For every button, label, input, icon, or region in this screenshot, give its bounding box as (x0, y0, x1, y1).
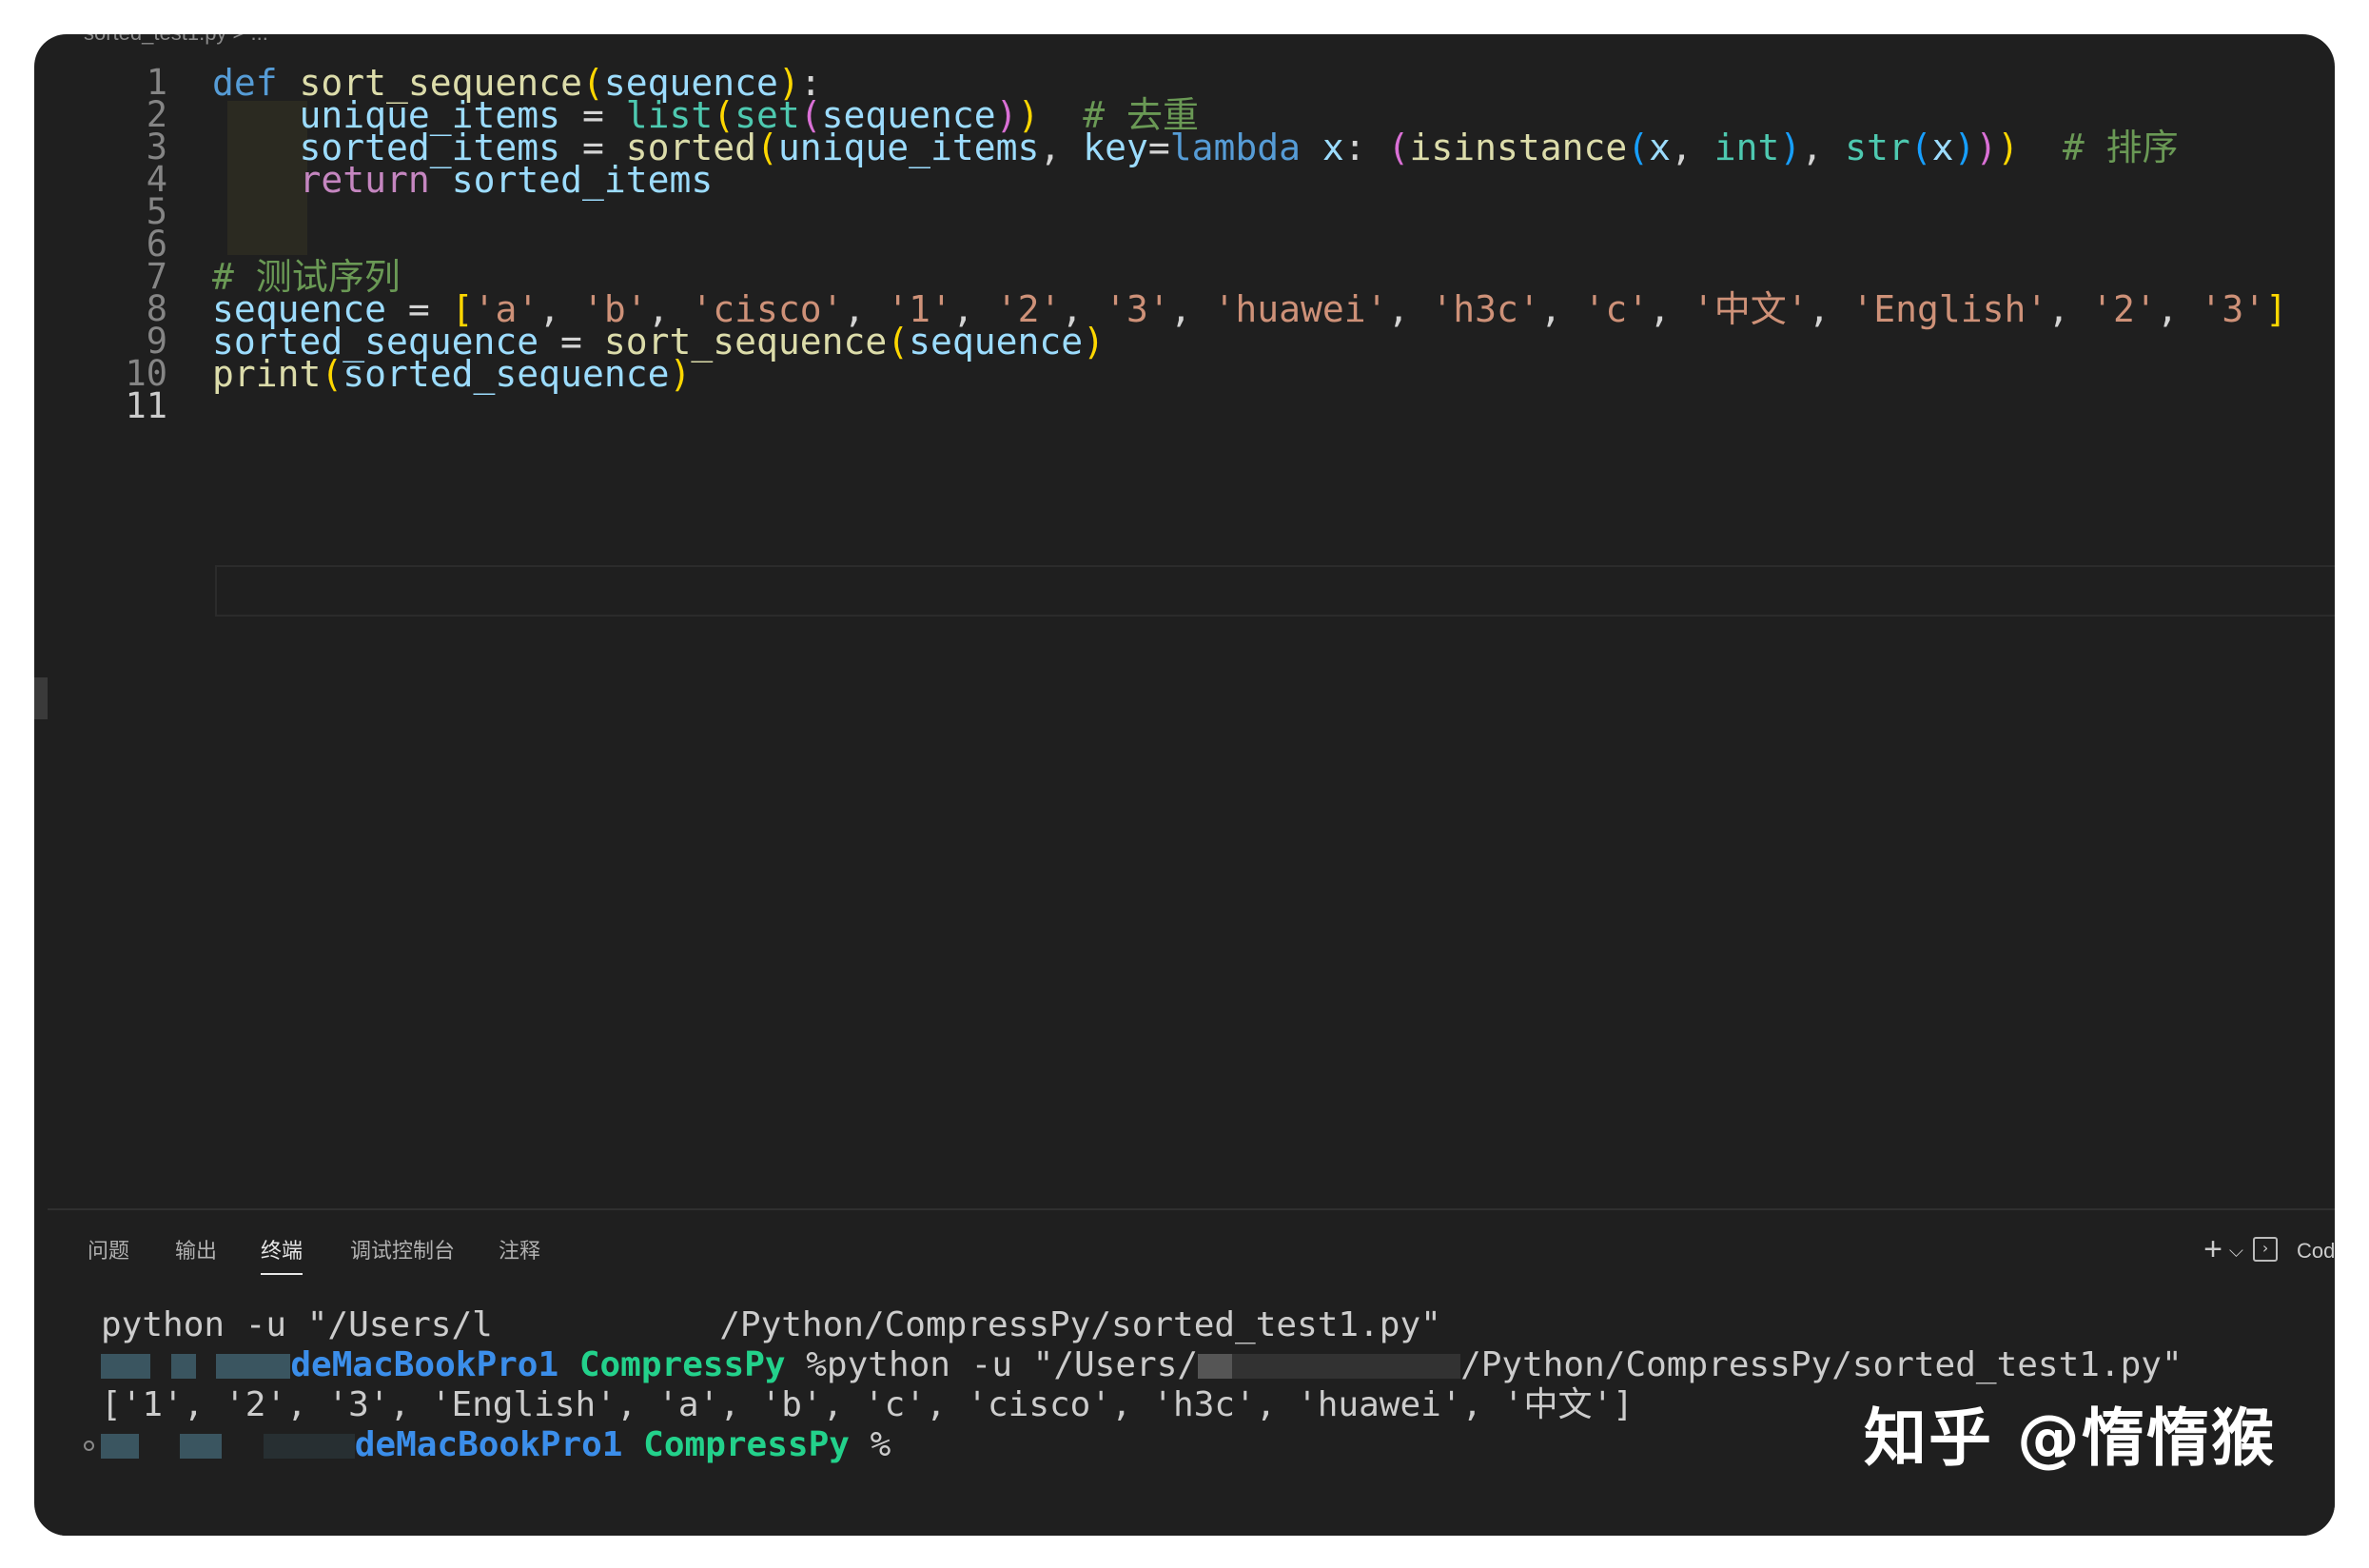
terminal-dir: CompressPy (578, 1345, 786, 1384)
redacted-block (263, 1434, 355, 1459)
tab-output[interactable]: 输出 (175, 1229, 217, 1273)
terminal-line: python -u "/Users/l /Python/CompressPy/s… (101, 1305, 1441, 1344)
redacted-block (1232, 1354, 1461, 1379)
redacted-block (170, 1354, 196, 1379)
redacted-block (101, 1434, 139, 1459)
line-number: 11 (125, 385, 167, 426)
redacted-block (101, 1354, 150, 1379)
bottom-panel: 问题 输出 终端 调试控制台 注释 + ⌵ › Code python -u "… (48, 1208, 2335, 1536)
code-editor[interactable]: 1 def sort_sequence(sequence): 2 unique_… (48, 34, 2335, 1208)
tab-debug-console[interactable]: 调试控制台 (350, 1229, 455, 1273)
terminal-line: deMacBookPro1 CompressPy %python -u "/Us… (101, 1345, 2183, 1385)
redacted-block (180, 1434, 223, 1459)
new-terminal-button[interactable]: + (2203, 1231, 2222, 1267)
terminal-icon[interactable]: › (2253, 1237, 2278, 1262)
terminal-command: /Python/CompressPy/sorted_test1.py" (1460, 1345, 2183, 1384)
redacted-block (1198, 1354, 1233, 1379)
code-line[interactable]: 11 (48, 381, 2335, 432)
terminal-dir: CompressPy (643, 1425, 850, 1464)
current-line-highlight (215, 565, 2335, 617)
scrollbar-marker[interactable] (34, 677, 48, 719)
terminal-prompt: % (849, 1425, 891, 1464)
terminal-line: deMacBookPro1 CompressPy % (84, 1425, 891, 1465)
terminal-command: %python -u "/Users/ (785, 1345, 1199, 1384)
chevron-down-icon[interactable]: ⌵ (2229, 1235, 2243, 1267)
editor-window: sorted_test1.py > ... 1 def sort_sequenc… (34, 34, 2335, 1536)
tab-comments[interactable]: 注释 (499, 1229, 540, 1273)
prompt-status-icon (84, 1441, 94, 1451)
tab-terminal[interactable]: 终端 (261, 1229, 303, 1275)
watermark: 知乎 @惰惰猴 (1864, 1401, 2276, 1475)
tab-problems[interactable]: 问题 (88, 1229, 129, 1273)
redacted-block (216, 1354, 291, 1379)
terminal-host: deMacBookPro1 (290, 1345, 559, 1384)
terminal-name[interactable]: Code (2297, 1237, 2335, 1265)
terminal-line: ['1', '2', '3', 'English', 'a', 'b', 'c'… (101, 1385, 1634, 1424)
terminal-host: deMacBookPro1 (354, 1425, 623, 1464)
